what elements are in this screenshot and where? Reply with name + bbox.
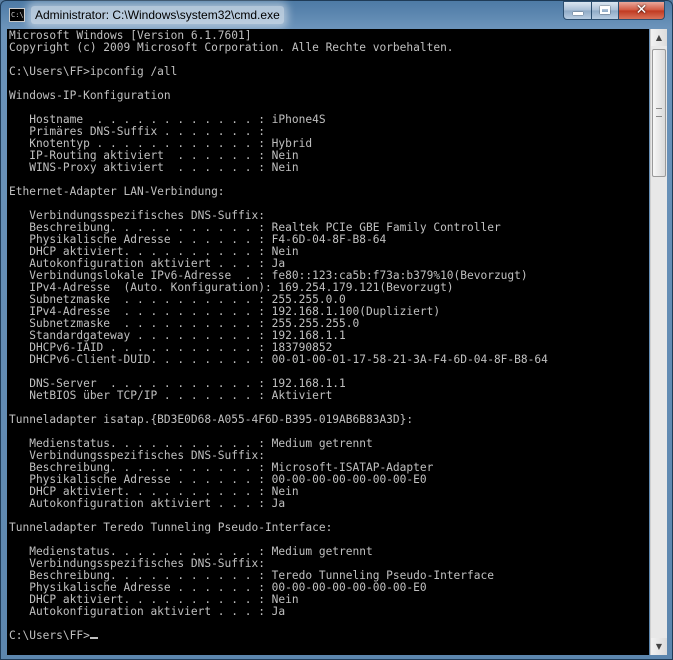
maximize-button[interactable] [591,1,619,20]
console-line: Ethernet-Adapter LAN-Verbindung: [9,186,548,198]
title-bar[interactable]: C:\ Administrator: C:\Windows\system32\c… [1,1,672,29]
console-line: WINS-Proxy aktiviert . . . . . . : Nein [9,162,548,174]
vertical-scrollbar[interactable]: ▲ ▼ [650,29,667,655]
console-line: Tunneladapter isatap.{BD3E0D68-A055-4F6D… [9,414,548,426]
console-line: Autokonfiguration aktiviert . . . : Ja [9,498,548,510]
console-line-text: DHCPv6-Client-DUID. . . . . . . . : 00-0… [9,353,548,366]
cmd-window: C:\ Administrator: C:\Windows\system32\c… [0,0,673,660]
window-title: Administrator: C:\Windows\system32\cmd.e… [31,6,284,24]
scroll-up-arrow-icon[interactable]: ▲ [651,29,667,46]
console-line-text: C:\Users\FF> [9,629,90,642]
console-line-text: WINS-Proxy aktiviert . . . . . . : Nein [9,161,299,174]
minimize-icon [564,2,591,19]
console-line: NetBIOS über TCP/IP . . . . . . . : Akti… [9,390,548,402]
console-line-text: Autokonfiguration aktiviert . . . : Ja [9,605,286,618]
console-line-text: Windows-IP-Konfiguration [9,89,171,102]
console-line-text: Ethernet-Adapter LAN-Verbindung: [9,185,225,198]
minimize-button[interactable] [563,1,592,20]
cmd-icon[interactable]: C:\ [9,8,25,22]
console-line: C:\Users\FF>ipconfig /all [9,66,548,78]
scroll-down-arrow-icon[interactable]: ▼ [651,638,667,655]
console-line-text: Autokonfiguration aktiviert . . . : Ja [9,497,286,510]
console-line: DHCPv6-Client-DUID. . . . . . . . : 00-0… [9,354,548,366]
console-line-text: C:\Users\FF>ipconfig /all [9,65,178,78]
console-line-text: Tunneladapter isatap.{BD3E0D68-A055-4F6D… [9,413,414,426]
close-icon: ✕ [635,2,648,18]
console-line: Tunneladapter Teredo Tunneling Pseudo-In… [9,522,548,534]
console-line: Copyright (c) 2009 Microsoft Corporation… [9,42,548,54]
console-line: C:\Users\FF> [9,630,548,642]
console-line-text: Tunneladapter Teredo Tunneling Pseudo-In… [9,521,333,534]
console-line: Autokonfiguration aktiviert . . . : Ja [9,606,548,618]
scrollbar-thumb[interactable] [652,49,666,177]
console-line-text: Copyright (c) 2009 Microsoft Corporation… [9,41,454,54]
console-output[interactable]: Microsoft Windows [Version 6.1.7601] Copy… [7,29,649,655]
close-button[interactable]: ✕ [618,1,665,20]
maximize-icon [592,2,618,19]
text-cursor [89,637,98,639]
console-line-text: NetBIOS über TCP/IP . . . . . . . : Akti… [9,389,333,402]
console-line: Windows-IP-Konfiguration [9,90,548,102]
console-lines: Microsoft Windows [Version 6.1.7601] Copy… [9,30,548,642]
